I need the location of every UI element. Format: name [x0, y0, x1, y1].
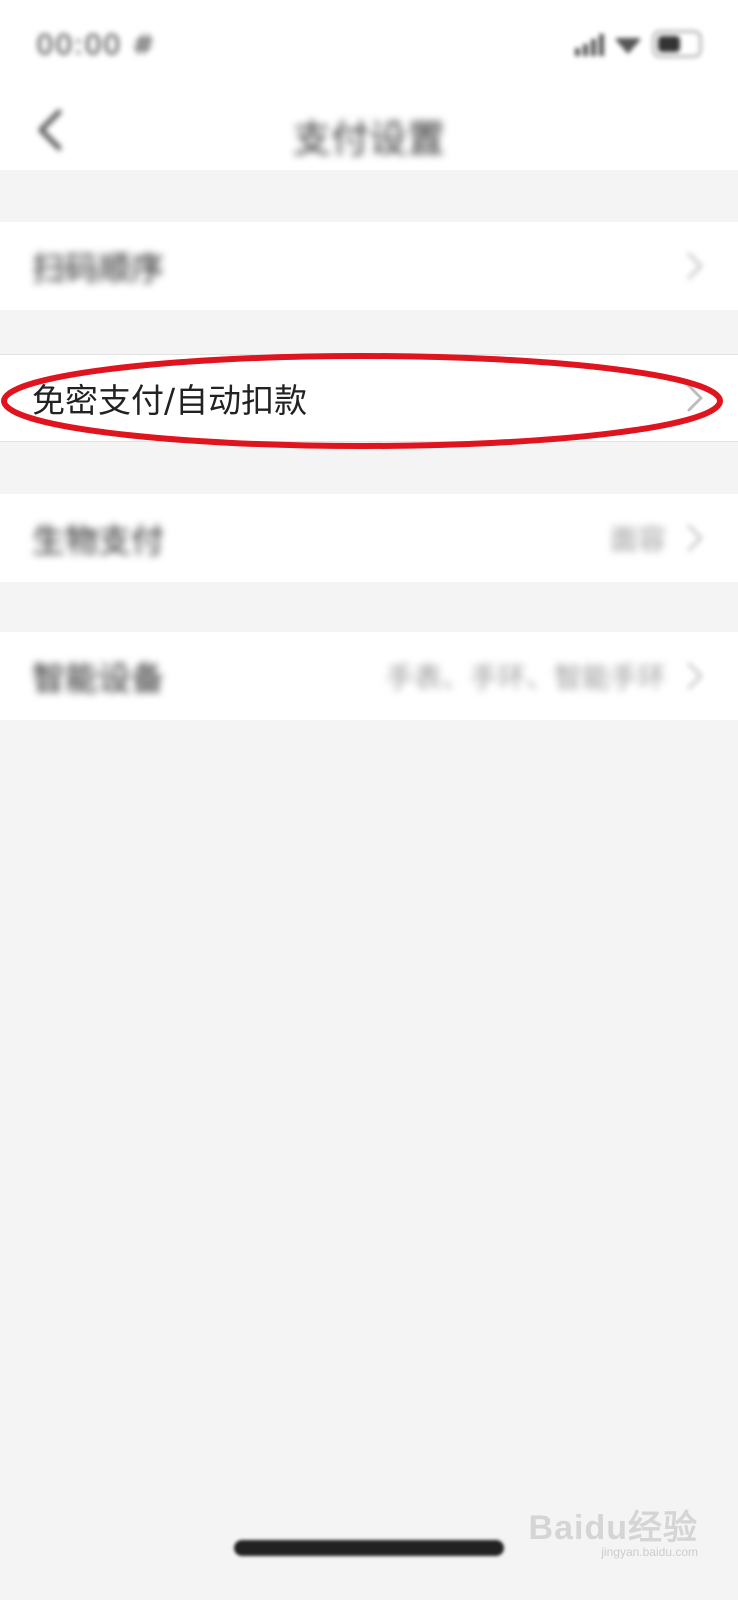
row-label: 免密支付/自动扣款: [32, 381, 308, 420]
chevron-right-icon: [680, 251, 710, 281]
wifi-icon: [614, 38, 642, 54]
watermark-logo: Baidu经验: [528, 1509, 698, 1547]
chevron-right-icon: [680, 661, 710, 691]
status-bar: 00:00 #: [0, 0, 738, 90]
watermark-url: jingyan.baidu.com: [601, 1545, 698, 1559]
row-value: 面容: [609, 523, 666, 556]
chevron-right-icon: [680, 523, 710, 553]
status-icons: [575, 30, 702, 58]
settings-row-smart-devices[interactable]: 智能设备 手表、手环、智能手环: [0, 632, 738, 720]
page-title: 支付设置: [292, 117, 445, 161]
settings-row-scan-order[interactable]: 扫码顺序: [0, 222, 738, 310]
row-label: 扫码顺序: [32, 249, 164, 288]
battery-icon: [652, 30, 702, 58]
nav-header: 支付设置: [0, 90, 738, 170]
signal-icon: [575, 32, 604, 56]
settings-row-biometric-payment[interactable]: 生物支付 面容: [0, 494, 738, 582]
chevron-right-icon: [680, 383, 710, 413]
status-time: 00:00 #: [36, 28, 157, 61]
home-indicator[interactable]: [234, 1540, 504, 1556]
row-value: 手表、手环、智能手环: [385, 661, 666, 694]
settings-row-password-free-payment[interactable]: 免密支付/自动扣款: [0, 354, 738, 442]
row-label: 智能设备: [32, 659, 164, 698]
row-label: 生物支付: [32, 521, 164, 560]
